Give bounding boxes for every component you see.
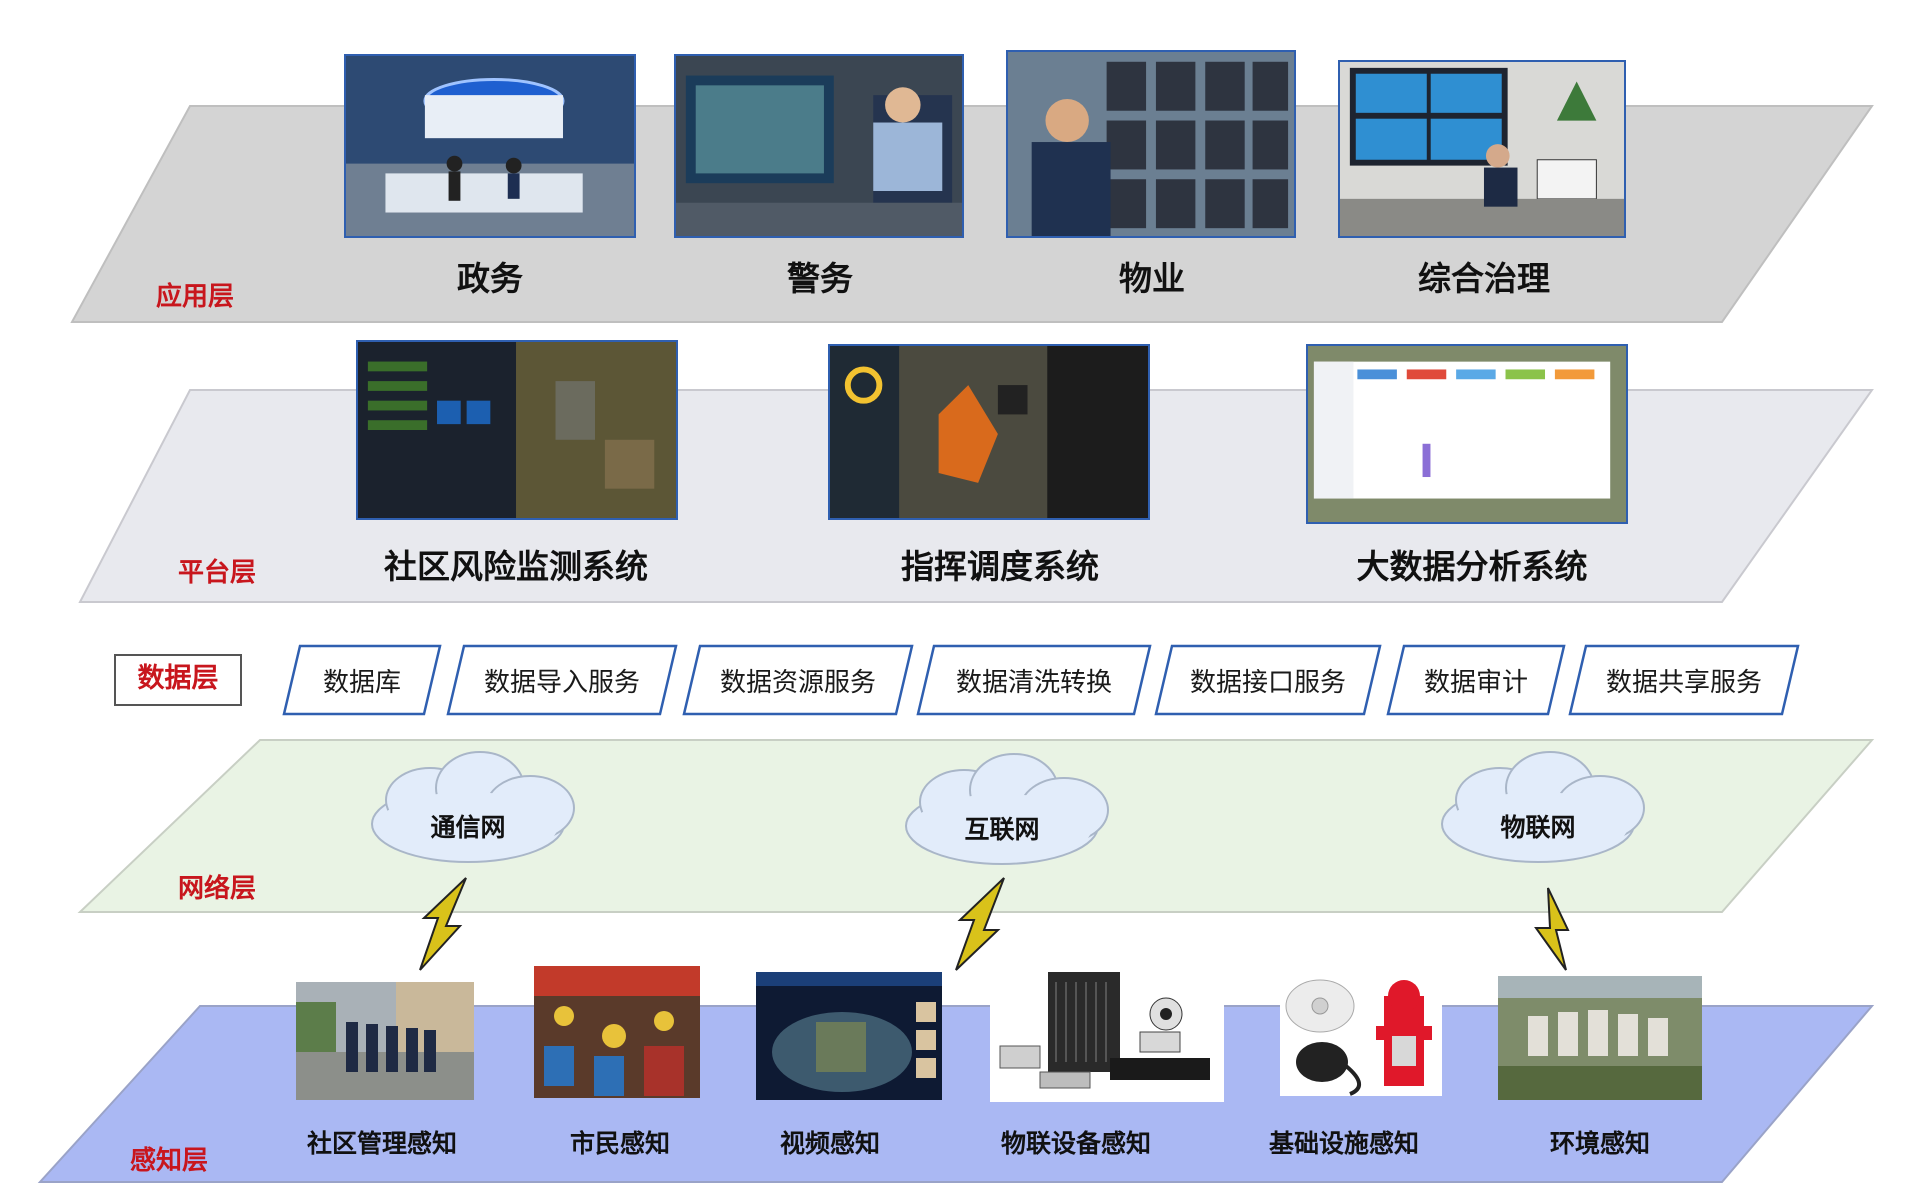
app-caption-governance: 综合治理 — [1418, 259, 1550, 298]
photo-iot-devices — [990, 962, 1224, 1102]
sense-caption-environment: 环境感知 — [1549, 1129, 1650, 1158]
photo-government-service-hall — [344, 54, 636, 238]
data-box-cleansing: 数据清洗转换 — [955, 668, 1112, 698]
photo-property-maintenance — [1006, 50, 1296, 238]
application-layer-label: 应用层 — [156, 282, 235, 312]
screen-big-data-analysis — [1306, 344, 1628, 524]
data-box-database: 数据库 — [322, 668, 401, 698]
data-layer-label: 数据层 — [114, 654, 242, 706]
photo-control-room — [1338, 60, 1626, 238]
photo-video-surveillance — [756, 972, 942, 1100]
cloud-label-iot: 物联网 — [1500, 813, 1576, 842]
data-box-sharing-service: 数据共享服务 — [1605, 668, 1762, 698]
photo-infrastructure-sensors — [1280, 976, 1442, 1096]
data-box-audit: 数据审计 — [1423, 668, 1528, 698]
sense-caption-iot-device: 物联设备感知 — [1000, 1129, 1151, 1158]
sense-caption-community: 社区管理感知 — [306, 1129, 457, 1158]
sense-caption-video: 视频感知 — [779, 1129, 880, 1158]
photo-environment-aerial — [1498, 976, 1702, 1100]
photo-community-patrol — [296, 982, 474, 1100]
data-box-import-service: 数据导入服务 — [483, 668, 640, 698]
photo-police-monitoring — [674, 54, 964, 238]
platform-caption-risk-monitoring: 社区风险监测系统 — [384, 547, 648, 586]
data-box-interface-service: 数据接口服务 — [1189, 668, 1346, 698]
network-layer-label: 网络层 — [178, 874, 257, 904]
app-caption-government: 政务 — [457, 259, 523, 298]
data-box-resource-service: 数据资源服务 — [719, 668, 876, 698]
sense-caption-infrastructure: 基础设施感知 — [1268, 1129, 1419, 1158]
platform-caption-big-data: 大数据分析系统 — [1356, 547, 1588, 586]
screen-community-risk-monitoring — [356, 340, 678, 520]
app-caption-property: 物业 — [1119, 259, 1185, 298]
platform-layer-label: 平台层 — [178, 558, 257, 588]
platform-caption-command-dispatch: 指挥调度系统 — [901, 547, 1099, 586]
architecture-diagram: 应用层 平台层 数据层 网络层 感知层 政务 警务 物业 综合治理 社区风险监测… — [0, 0, 1908, 1204]
screen-command-dispatch — [828, 344, 1150, 520]
cloud-label-telecom: 通信网 — [430, 813, 506, 842]
perception-layer-label: 感知层 — [130, 1146, 209, 1176]
app-caption-police: 警务 — [787, 259, 853, 298]
cloud-label-internet: 互联网 — [964, 815, 1040, 844]
photo-citizens-market — [534, 966, 700, 1098]
